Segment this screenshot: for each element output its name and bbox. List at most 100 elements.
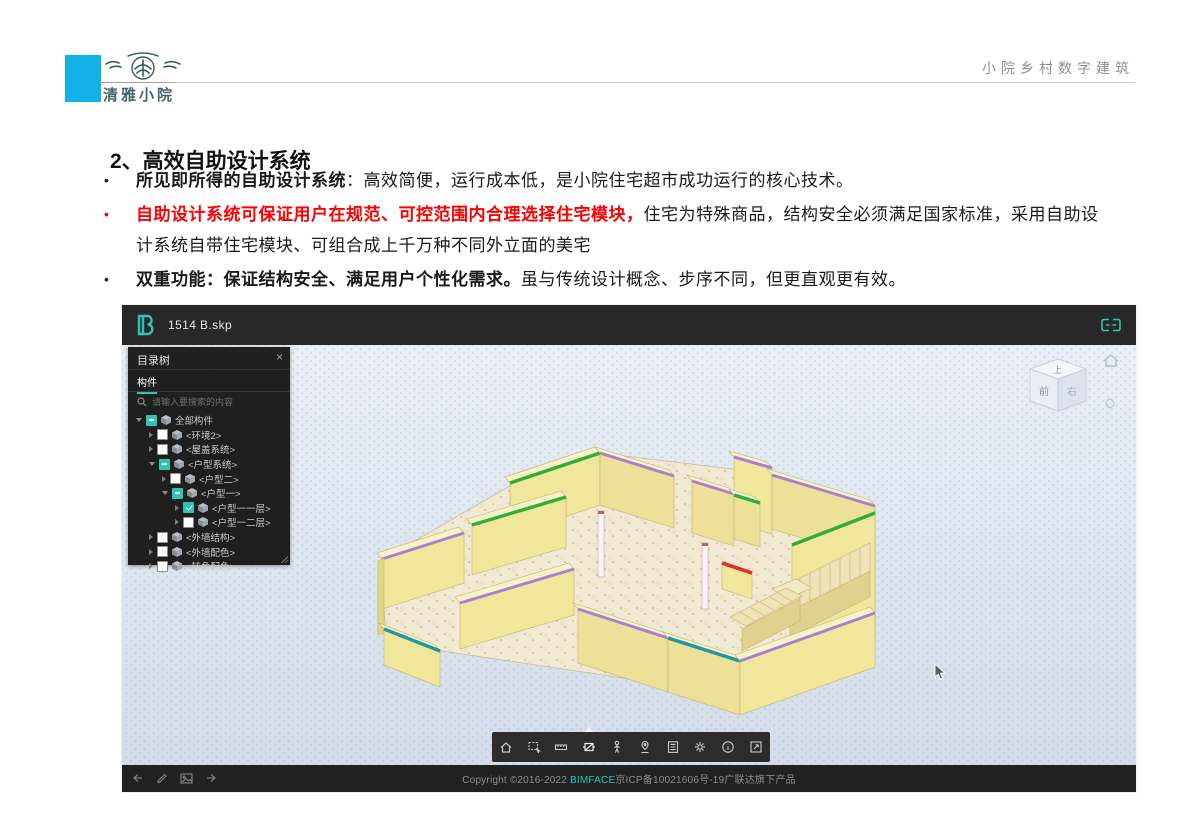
viewcube-front-label: 前 xyxy=(1039,385,1049,398)
expand-arrow-icon[interactable] xyxy=(149,563,153,569)
bullet-marker: • xyxy=(104,165,109,196)
tab-components[interactable]: 构件 xyxy=(137,374,157,394)
slide-page: 清雅小院 小院乡村数字建筑 2、高效自助设计系统 •所见即所得的自助设计系统：高… xyxy=(0,0,1200,831)
expand-arrow-icon[interactable] xyxy=(149,432,153,438)
viewer-fullscreen-icon[interactable] xyxy=(1100,318,1122,332)
tree-item-label: <户型一一层> xyxy=(212,501,271,515)
viewcube-top-label: 上 xyxy=(1053,365,1062,375)
panel-header: 目录树 × xyxy=(128,347,290,370)
expand-arrow-icon[interactable] xyxy=(175,505,179,511)
tree-item[interactable]: <户型系统> xyxy=(128,457,290,472)
settings-gear-icon[interactable] xyxy=(688,735,712,759)
tree-checkbox[interactable] xyxy=(157,429,168,440)
brand-accent-square xyxy=(65,55,101,102)
frame-select-icon[interactable] xyxy=(522,735,546,759)
bullet-item: •自助设计系统可保证用户在规范、可控范围内合理选择住宅模块，住宅为特殊商品，结构… xyxy=(100,199,1105,261)
directory-tree-panel: 目录树 × 构件 请输入要搜索的内容 全部构件<环境2><屋盖系统><户型系统>… xyxy=(128,347,290,565)
tree-checkbox[interactable] xyxy=(157,546,168,557)
tree-item-label: <转角配色> xyxy=(186,559,235,573)
tree-item[interactable]: <屋盖系统> xyxy=(128,442,290,457)
component-cube-icon xyxy=(161,415,171,425)
bullet-marker: • xyxy=(104,264,109,295)
viewcube-right-label: 右 xyxy=(1067,385,1077,398)
viewer-titlebar: 1514 B.skp xyxy=(122,305,1136,345)
tree-item[interactable]: <户型二> xyxy=(128,471,290,486)
expand-arrow-icon[interactable] xyxy=(149,534,153,540)
bullet-rest: ：高效简便，运行成本低，是小院住宅超市成功运行的核心技术。 xyxy=(346,171,854,190)
expand-arrow-icon[interactable] xyxy=(175,519,179,525)
tree-checkbox[interactable] xyxy=(157,561,168,572)
panel-close-icon[interactable]: × xyxy=(276,350,283,364)
bullet-rest: 虽与传统设计概念、步序不同，但更直观更有效。 xyxy=(521,270,906,289)
minimap-pin-icon[interactable] xyxy=(633,735,657,759)
bullet-lead: 所见即所得的自助设计系统 xyxy=(136,171,346,190)
redo-arrow-icon[interactable] xyxy=(205,773,217,784)
bullet-item: • 双重功能：保证结构安全、满足用户个性化需求。虽与传统设计概念、步序不同，但更直… xyxy=(100,264,1105,295)
mouse-cursor xyxy=(932,663,948,681)
model-filename: 1514 B.skp xyxy=(168,318,232,332)
tree-checkbox[interactable] xyxy=(146,415,157,426)
component-cube-icon xyxy=(187,488,197,498)
pen-icon[interactable] xyxy=(156,773,168,784)
collapse-arrow-icon[interactable] xyxy=(162,491,168,495)
search-placeholder: 请输入要搜索的内容 xyxy=(152,395,233,408)
tree-checkbox[interactable] xyxy=(172,488,183,499)
tree-item[interactable]: <户型一二层> xyxy=(128,515,290,530)
tree-item[interactable]: 全部构件 xyxy=(128,413,290,428)
home-icon[interactable] xyxy=(494,735,518,759)
component-cube-icon xyxy=(198,503,208,513)
tree-item-label: <户型一> xyxy=(201,486,241,500)
measure-icon[interactable] xyxy=(549,735,573,759)
panel-resize-handle[interactable] xyxy=(281,556,288,563)
header-divider xyxy=(100,82,1135,83)
viewer-footer: Copyright ©2016-2022 BIMFACE京ICP备1002160… xyxy=(122,765,1136,792)
tree-item-label: <环境2> xyxy=(186,428,221,442)
panel-title: 目录树 xyxy=(137,352,170,368)
tree-item[interactable]: <外墙配色> xyxy=(128,544,290,559)
component-list-icon[interactable] xyxy=(661,735,685,759)
undo-arrow-icon[interactable] xyxy=(132,773,144,784)
tree-item[interactable]: <户型一> xyxy=(128,486,290,501)
walkthrough-icon[interactable] xyxy=(605,735,629,759)
component-cube-icon xyxy=(172,444,182,454)
tree-checkbox[interactable] xyxy=(183,502,194,513)
expand-arrow-icon[interactable] xyxy=(149,446,153,452)
section-box-icon[interactable] xyxy=(577,735,601,759)
viewcube-home-icon[interactable] xyxy=(1104,355,1118,366)
component-cube-icon xyxy=(185,474,195,484)
component-cube-icon xyxy=(172,532,182,542)
tree-item-label: <外墙配色> xyxy=(186,545,235,559)
tree-search[interactable]: 请输入要搜索的内容 xyxy=(128,392,290,411)
panel-tabs: 构件 xyxy=(128,370,290,392)
viewer-toolbar xyxy=(492,732,770,762)
tree-item[interactable]: <转角配色> xyxy=(128,559,290,574)
tree-item-label: <屋盖系统> xyxy=(186,442,235,456)
expand-arrow-icon[interactable] xyxy=(162,476,166,482)
tree-item[interactable]: <户型一一层> xyxy=(128,501,290,516)
tree-checkbox[interactable] xyxy=(159,459,170,470)
tree-checkbox[interactable] xyxy=(170,473,181,484)
tree-item-label: <户型一二层> xyxy=(212,515,271,529)
header-slogan: 小院乡村数字建筑 xyxy=(982,58,1134,78)
tree-checkbox[interactable] xyxy=(157,532,168,543)
collapse-arrow-icon[interactable] xyxy=(149,462,155,466)
bullet-lead: 自助设计系统可保证用户在规范、可控范围内合理选择住宅模块， xyxy=(136,205,644,224)
info-icon[interactable] xyxy=(716,735,740,759)
tree-checkbox[interactable] xyxy=(157,444,168,455)
image-icon[interactable] xyxy=(180,773,193,784)
tree-item[interactable]: <外墙结构> xyxy=(128,530,290,545)
tree-checkbox[interactable] xyxy=(183,517,194,528)
brand-roof-logo-icon xyxy=(104,52,182,84)
collapse-arrow-icon[interactable] xyxy=(136,418,142,422)
bullet-lead: 双重功能：保证结构安全、满足用户个性化需求。 xyxy=(136,270,521,289)
viewcube-orbit-icon[interactable] xyxy=(1106,399,1114,408)
view-cube[interactable]: 上 前 右 xyxy=(1024,349,1128,435)
component-cube-icon xyxy=(174,459,184,469)
tree-item[interactable]: <环境2> xyxy=(128,428,290,443)
search-icon xyxy=(137,397,147,407)
viewer-canvas[interactable]: 上 前 右 目录树 × 构件 xyxy=(122,345,1136,765)
bim-viewer-window: 1514 B.skp xyxy=(122,305,1136,792)
expand-arrow-icon[interactable] xyxy=(149,549,153,555)
component-tree: 全部构件<环境2><屋盖系统><户型系统><户型二><户型一><户型一一层><户… xyxy=(128,411,290,574)
fullscreen-icon[interactable] xyxy=(744,735,768,759)
